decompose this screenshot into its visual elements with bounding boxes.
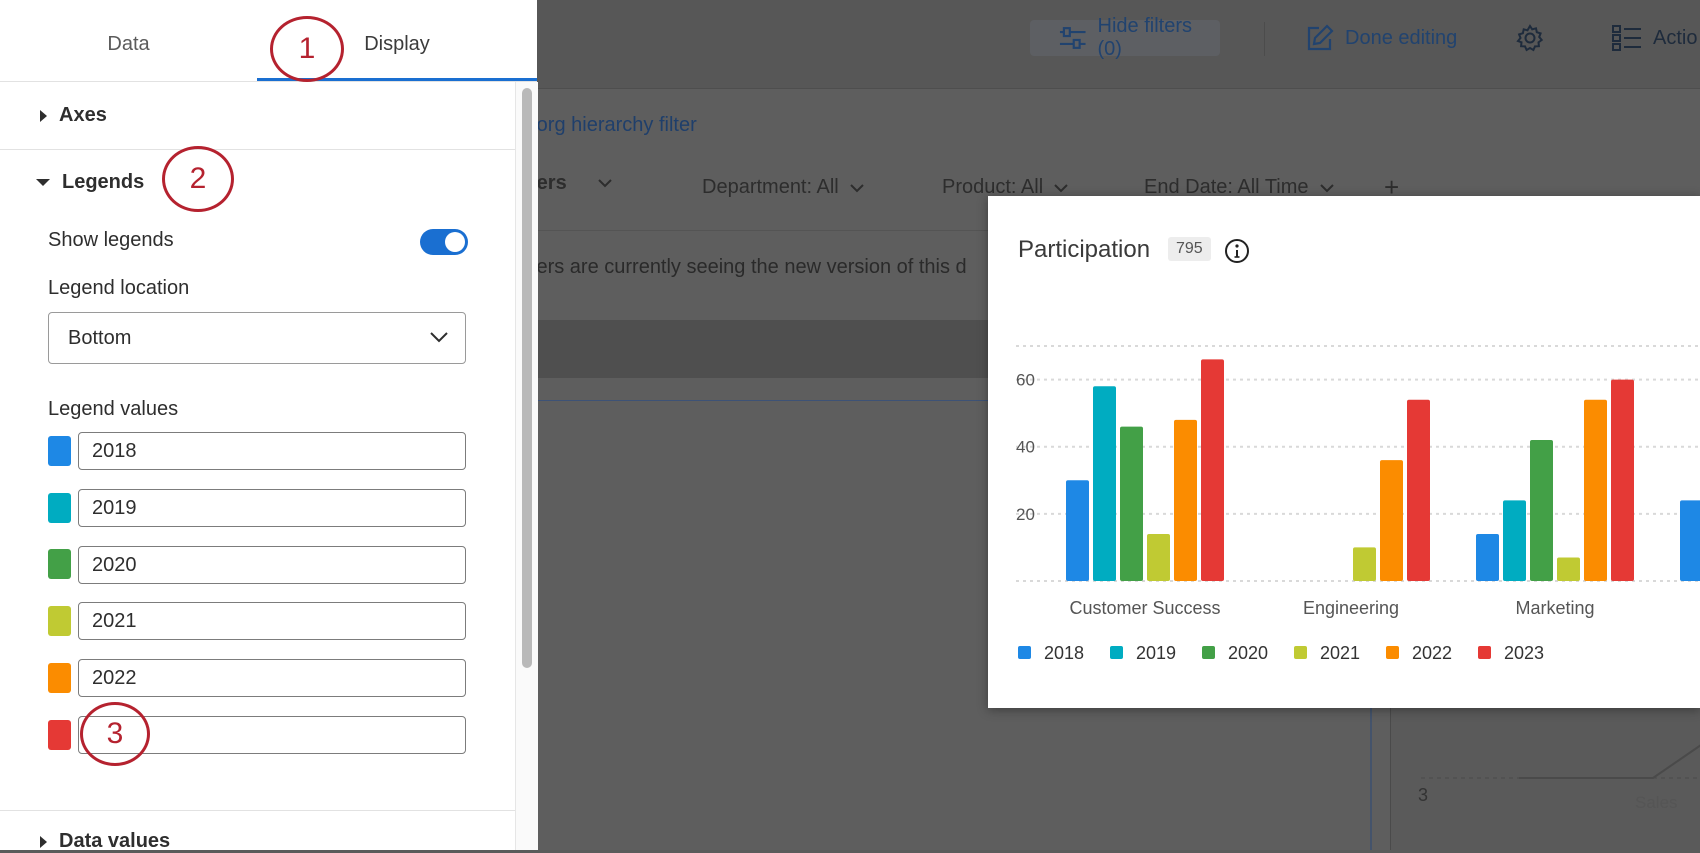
hide-filters-label: Hide filters (0) (1097, 15, 1192, 60)
edit-pencil-icon (1307, 24, 1334, 51)
bar (1407, 399, 1430, 581)
section-axes-label: Axes (59, 104, 107, 126)
callout-badge: 2 (162, 146, 234, 212)
legend-value-input[interactable] (78, 659, 466, 697)
legend-swatch (1202, 646, 1215, 659)
x-tick-label: Marketing (1515, 598, 1594, 618)
legend-location-label: Legend location (48, 277, 190, 299)
legend-label: 2021 (1320, 643, 1360, 663)
chevron-down-icon (597, 178, 612, 187)
legend-swatch (1386, 646, 1399, 659)
bar (1611, 379, 1634, 581)
filter-sliders-icon (1059, 27, 1086, 49)
legend-label: 2020 (1228, 643, 1268, 663)
show-legends-toggle[interactable] (420, 229, 468, 255)
legend-color-swatch[interactable] (48, 549, 71, 579)
show-legends-label: Show legends (48, 229, 174, 251)
tab-row-divider (0, 81, 537, 82)
legend-label: 2023 (1504, 643, 1544, 663)
legend-color-swatch[interactable] (48, 720, 71, 750)
section-divider (0, 149, 515, 150)
background-category-label: Sales (1635, 793, 1678, 812)
legend-value-input[interactable] (78, 489, 466, 527)
actions-button[interactable]: Actio (1611, 20, 1697, 56)
legend-label: 2018 (1044, 643, 1084, 663)
version-notice: wers are currently seeing the new versio… (522, 256, 967, 278)
tab-data[interactable]: Data (0, 22, 257, 78)
caret-right-icon (40, 109, 47, 122)
section-divider (0, 810, 515, 811)
bar (1680, 500, 1700, 581)
bar (1476, 534, 1499, 581)
actions-list-icon (1612, 25, 1641, 51)
legend-color-swatch[interactable] (48, 606, 71, 636)
bar (1093, 386, 1116, 581)
bar (1174, 419, 1197, 581)
bar (1530, 440, 1553, 581)
bar-chart: 20 40 60 Customer Success Engineering Marketi… (1016, 345, 1700, 663)
bar (1201, 359, 1224, 581)
widget-settings-panel: Data Display Axes Legends Show legends L… (0, 0, 538, 852)
filters-dropdown[interactable]: ters (530, 172, 617, 195)
legend-location-value: Bottom (68, 327, 132, 349)
org-hierarchy-filter-link[interactable]: n org hierarchy filter (520, 114, 697, 137)
bar (1584, 399, 1607, 581)
section-legends-label: Legends (62, 171, 145, 193)
callout-badge: 1 (270, 16, 344, 82)
legend-color-swatch[interactable] (48, 663, 71, 693)
background-tick-label: 3 (1418, 785, 1429, 805)
y-tick-label: 40 (1016, 438, 1035, 457)
done-editing-button[interactable]: Done editing (1305, 20, 1457, 56)
y-tick-label: 60 (1016, 371, 1035, 390)
x-tick-label: Customer Success (1069, 598, 1220, 618)
legend-values-label: Legend values (48, 398, 179, 420)
done-editing-label: Done editing (1345, 26, 1458, 49)
department-filter[interactable]: Department: All (702, 176, 865, 199)
caret-down-icon (36, 179, 50, 186)
y-tick-label: 20 (1016, 505, 1035, 524)
callout-badge: 3 (80, 702, 150, 766)
legend-value-input[interactable] (78, 432, 466, 470)
toggle-knob (445, 232, 465, 252)
department-filter-label: Department: All (702, 176, 839, 198)
bar (1066, 480, 1089, 581)
legend-label: 2019 (1136, 643, 1176, 663)
gear-icon (1516, 24, 1544, 52)
legend-swatch (1478, 646, 1491, 659)
dashboard-toolbar: Hide filters (0) Done editing Actio (537, 0, 1700, 89)
widget-border (537, 400, 997, 401)
chevron-down-icon (850, 183, 864, 192)
participation-widget[interactable]: Participation 795 20 40 60 Customer Success… (988, 196, 1700, 708)
chevron-down-icon (430, 332, 448, 343)
bar (1120, 426, 1143, 581)
chevron-down-icon (1319, 183, 1334, 192)
bar (1557, 557, 1580, 581)
legend-swatch (1110, 646, 1123, 659)
legend-color-swatch[interactable] (48, 493, 71, 523)
hide-filters-button[interactable]: Hide filters (0) (1030, 15, 1220, 60)
legend-label: 2022 (1412, 643, 1452, 663)
x-tick-label: Engineering (1303, 598, 1399, 618)
background-line-chart (1421, 744, 1700, 779)
actions-label: Actio (1653, 26, 1698, 49)
legend-swatch (1294, 646, 1307, 659)
caret-right-icon (40, 835, 47, 848)
legend-swatch (1018, 646, 1031, 659)
legend-value-input[interactable] (78, 546, 466, 584)
legend-value-input[interactable] (78, 602, 466, 640)
settings-button[interactable] (1515, 20, 1545, 56)
toolbar-divider (1264, 22, 1265, 56)
chevron-down-icon (1054, 183, 1068, 192)
bar (1503, 500, 1526, 581)
bar (1353, 547, 1376, 581)
background-widget: 3 Sales (1390, 705, 1700, 850)
scrollbar-thumb[interactable] (522, 88, 532, 668)
legend-location-select[interactable]: Bottom (48, 312, 466, 364)
section-legends[interactable]: Legends (36, 171, 144, 194)
bar (1147, 534, 1170, 581)
section-axes[interactable]: Axes (40, 104, 107, 127)
widget-border-vertical (1370, 705, 1372, 850)
bar (1380, 460, 1403, 581)
legend-color-swatch[interactable] (48, 436, 71, 466)
